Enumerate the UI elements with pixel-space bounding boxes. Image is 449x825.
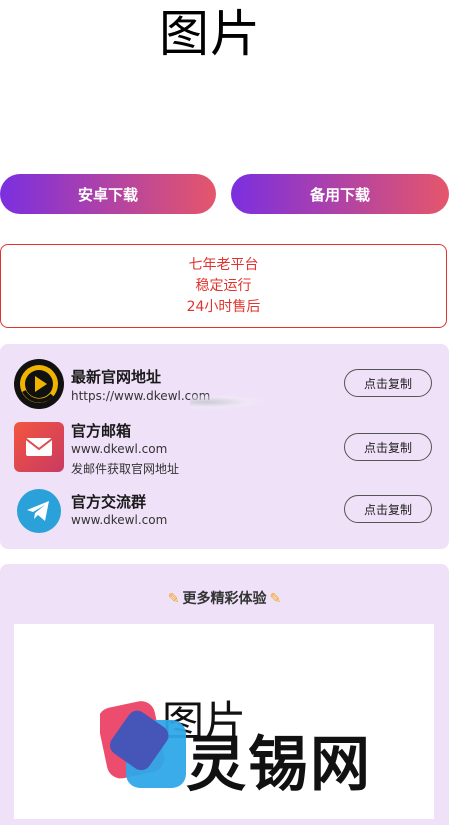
contact-title: 官方邮箱 [71,422,132,440]
brand-logo-icon [100,701,186,788]
notice-line: 24小时售后 [186,298,261,315]
notice-line: 稳定运行 [195,277,252,294]
telegram-icon [14,486,64,536]
promo-banner[interactable]: 图片 灵锡网 [14,624,434,819]
copy-website-button[interactable]: 点击复制 [344,369,432,397]
more-title: ✎ 更多精彩体验 ✎ [167,591,282,607]
contact-email[interactable]: www.dkewl.com [71,442,167,456]
contact-note: 发邮件获取官网地址 [71,462,180,476]
android-download-button[interactable]: 安卓下载 [0,174,216,214]
copy-group-button[interactable]: 点击复制 [344,495,432,523]
contact-group[interactable]: www.dkewl.com [71,513,167,527]
banner-brand-text: 灵锡网 [186,730,372,800]
sparkle-icon: ✎ [269,591,282,607]
play-logo-icon [14,359,64,409]
hero-title: 图片 [159,5,261,63]
notice-line: 七年老平台 [188,256,259,273]
blur-overlay [190,394,270,410]
contact-card: 最新官网地址 https://www.dkewl.com 点击复制 官方邮箱 w… [0,344,449,549]
sparkle-icon: ✎ [167,591,180,607]
more-experience-card: ✎ 更多精彩体验 ✎ 图片 灵锡网 [0,564,449,825]
backup-download-button[interactable]: 备用下载 [231,174,449,214]
contact-title: 官方交流群 [71,493,147,511]
copy-email-button[interactable]: 点击复制 [344,433,432,461]
contact-title: 最新官网地址 [71,368,162,386]
notice-box: 七年老平台 稳定运行 24小时售后 [0,244,447,328]
mail-icon [14,422,64,472]
